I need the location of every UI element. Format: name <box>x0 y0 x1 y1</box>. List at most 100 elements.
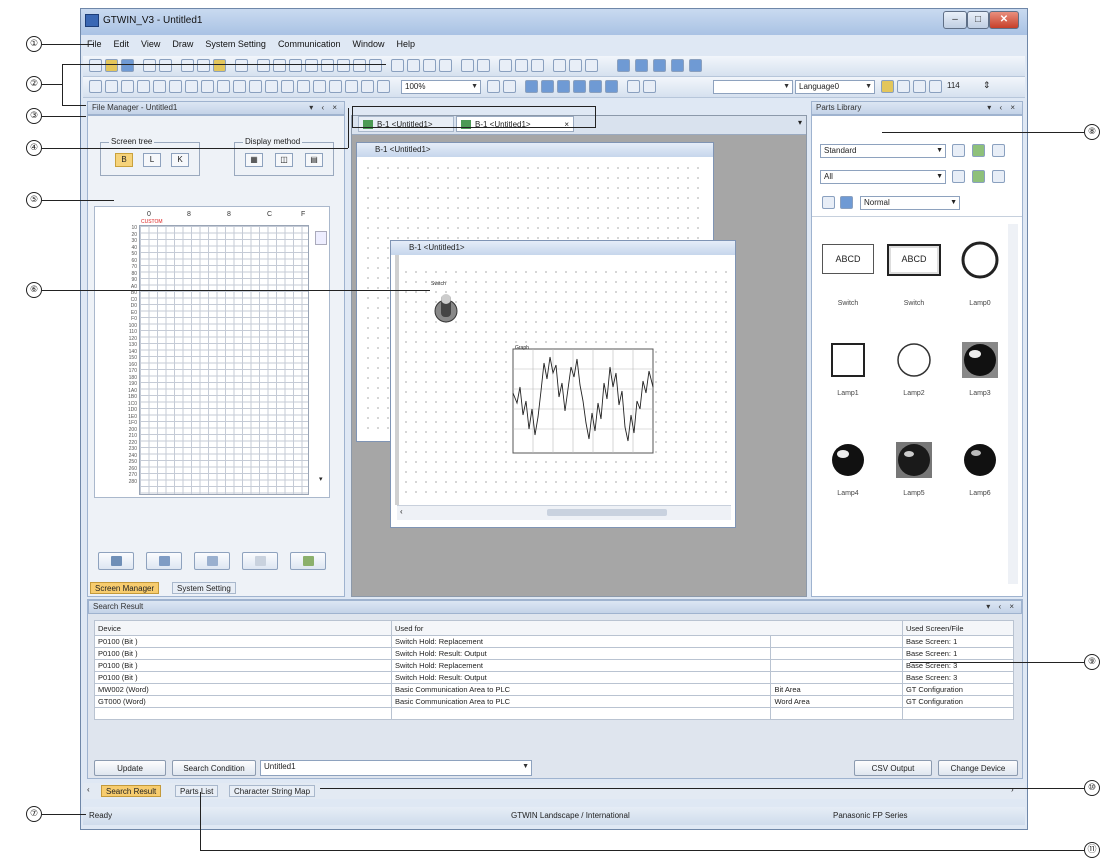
table-row[interactable]: MW002 (Word) Basic Communication Area to … <box>94 683 1015 696</box>
view-7-icon[interactable] <box>627 80 640 93</box>
tab-screen-manager[interactable]: Screen Manager <box>90 582 160 594</box>
monitor-icon[interactable] <box>689 59 702 72</box>
part-switch-0[interactable]: ABCD Switch <box>818 240 878 307</box>
library-delete-icon[interactable] <box>992 144 1005 157</box>
screen-tree-keyboard-button[interactable]: K <box>171 153 189 167</box>
pattern-icon[interactable] <box>313 80 326 93</box>
download-icon[interactable] <box>635 59 648 72</box>
copy-icon[interactable] <box>197 59 210 72</box>
table-row[interactable]: P0100 (Bit ) Switch Hold: Replacement Base… <box>94 635 1015 648</box>
color-icon[interactable] <box>297 80 310 93</box>
library-icon[interactable] <box>377 80 390 93</box>
table-row[interactable]: P0100 (Bit ) Switch Hold: Replacement Base… <box>94 659 1015 672</box>
line-style-icon[interactable] <box>329 80 342 93</box>
tab-character-string-map[interactable]: Character String Map <box>229 785 316 797</box>
menu-communication[interactable]: Communication <box>272 37 347 49</box>
col-device[interactable]: Device <box>94 620 392 636</box>
filter-delete-icon[interactable] <box>992 170 1005 183</box>
ungroup-icon[interactable] <box>407 59 420 72</box>
file-manager-controls[interactable]: ▾ ‹ × <box>309 102 340 114</box>
grid-scroll-up[interactable] <box>315 231 327 245</box>
search-result-controls[interactable]: ▾ ‹ × <box>986 601 1017 613</box>
replace-icon[interactable] <box>531 59 544 72</box>
tab-search-result[interactable]: Search Result <box>101 785 162 797</box>
language-select[interactable]: Language0 <box>795 80 875 94</box>
trend-graph-part[interactable]: Graph <box>511 343 657 455</box>
open-icon[interactable] <box>105 59 118 72</box>
menu-window[interactable]: Window <box>346 37 390 49</box>
scroll-left-icon[interactable]: ‹ <box>400 507 403 516</box>
arc-icon[interactable] <box>169 80 182 93</box>
align-top-icon[interactable] <box>305 59 318 72</box>
find-icon[interactable] <box>515 59 528 72</box>
simulate-icon[interactable] <box>585 59 598 72</box>
view-1-icon[interactable] <box>525 80 538 93</box>
change-device-button[interactable]: Change Device <box>938 760 1018 776</box>
bitmap-icon[interactable] <box>233 80 246 93</box>
disabled-button[interactable] <box>242 552 278 570</box>
close-button[interactable]: ✕ <box>989 11 1019 29</box>
lang-2-icon[interactable] <box>897 80 910 93</box>
rectangle-icon[interactable] <box>137 80 150 93</box>
tab-system-setting[interactable]: System Setting <box>172 582 236 594</box>
font-icon[interactable] <box>361 80 374 93</box>
menu-edit[interactable]: Edit <box>108 37 136 49</box>
screen-tree-window-button[interactable]: L <box>143 153 161 167</box>
front-icon[interactable] <box>423 59 436 72</box>
zoom-out-icon[interactable] <box>503 80 516 93</box>
screen-tree-base-button[interactable]: B <box>115 153 133 167</box>
parts-icon[interactable] <box>249 80 262 93</box>
tabs-scroll-right-icon[interactable]: › <box>1011 785 1014 794</box>
category-select[interactable]: Standard <box>820 144 946 158</box>
lang-1-icon[interactable] <box>881 80 894 93</box>
view-8-icon[interactable] <box>643 80 656 93</box>
update-button[interactable]: Update <box>94 760 166 776</box>
front-horizontal-scrollbar[interactable]: ‹ <box>397 505 731 520</box>
fill-icon[interactable] <box>201 80 214 93</box>
delete-icon[interactable] <box>235 59 248 72</box>
lang-3-icon[interactable] <box>913 80 926 93</box>
data-icon[interactable] <box>265 80 278 93</box>
part-lamp-4[interactable]: Lamp4 <box>818 440 878 497</box>
doc-tabs-dropdown-icon[interactable]: ▾ <box>798 118 802 127</box>
part-lamp-6[interactable]: Lamp6 <box>950 440 1010 497</box>
polygon-icon[interactable] <box>185 80 198 93</box>
flip-icon[interactable] <box>477 59 490 72</box>
align-middle-icon[interactable] <box>321 59 334 72</box>
screen-properties-button[interactable] <box>98 552 134 570</box>
title-bar[interactable]: GTWIN_V3 - Untitled1 – □ ✕ <box>81 9 1027 35</box>
group-icon[interactable] <box>391 59 404 72</box>
graph-icon[interactable] <box>281 80 294 93</box>
rotate-icon[interactable] <box>461 59 474 72</box>
menu-view[interactable]: View <box>135 37 166 49</box>
font-size-spin-icon[interactable]: ⇕ <box>983 80 991 91</box>
scroll-thumb[interactable] <box>547 509 667 516</box>
compile-icon[interactable] <box>553 59 566 72</box>
grid-icon[interactable] <box>499 59 512 72</box>
view-2-icon[interactable] <box>541 80 554 93</box>
blank-select[interactable] <box>713 80 793 94</box>
redo-icon[interactable] <box>159 59 172 72</box>
align-left-icon[interactable] <box>257 59 270 72</box>
search-target-select[interactable]: Untitled1 <box>260 760 532 776</box>
polyline-icon[interactable] <box>121 80 134 93</box>
filter-add-icon[interactable] <box>952 170 965 183</box>
display-grid-button[interactable]: ▦ <box>245 153 263 167</box>
part-lamp-1[interactable]: Lamp1 <box>818 340 878 397</box>
new-icon[interactable] <box>89 59 102 72</box>
undo-icon[interactable] <box>143 59 156 72</box>
circle-icon[interactable] <box>153 80 166 93</box>
text-button[interactable] <box>194 552 230 570</box>
library-edit-icon[interactable] <box>972 144 985 157</box>
large-icons-view-icon[interactable] <box>822 196 835 209</box>
search-condition-button[interactable]: Search Condition <box>172 760 256 776</box>
line-width-icon[interactable] <box>345 80 358 93</box>
part-lamp-3[interactable]: Lamp3 <box>950 340 1010 397</box>
view-select[interactable]: Normal <box>860 196 960 210</box>
view-6-icon[interactable] <box>605 80 618 93</box>
part-lamp-0[interactable]: Lamp0 <box>950 240 1010 307</box>
compare-icon[interactable] <box>671 59 684 72</box>
part-lamp-2[interactable]: Lamp2 <box>884 340 944 397</box>
font-size-icon[interactable] <box>929 80 942 93</box>
line-icon[interactable] <box>105 80 118 93</box>
